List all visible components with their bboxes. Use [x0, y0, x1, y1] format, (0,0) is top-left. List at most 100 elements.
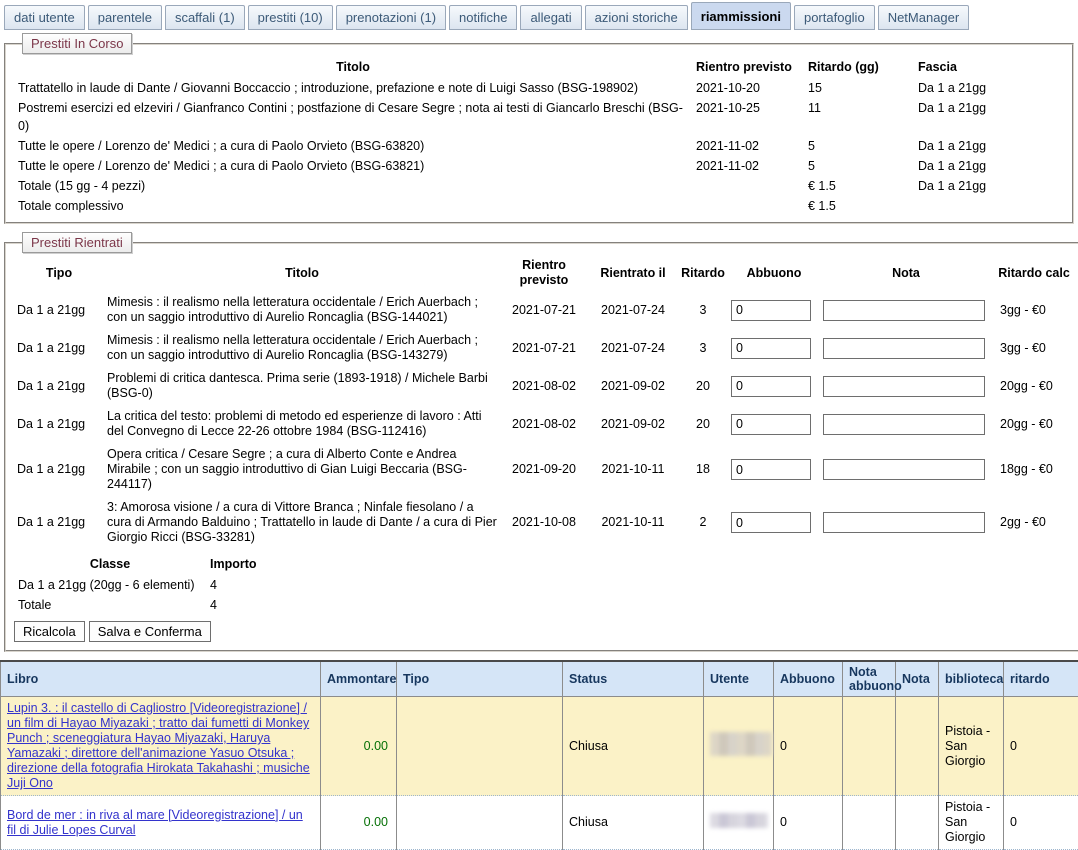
nota-input[interactable]: [823, 459, 985, 480]
column-header-importo: Importo: [206, 553, 326, 575]
table-row: Lupin 3. : il castello di Cagliostro [Vi…: [1, 697, 1078, 796]
tab-scaffali[interactable]: scaffali (1): [165, 5, 245, 30]
column-header-rientrato-il: Rientrato il: [588, 255, 678, 291]
cell-titolo: Totale complessivo: [14, 196, 692, 216]
tab-dati-utente[interactable]: dati utente: [4, 5, 85, 30]
cell-titolo: Trattatello in laude di Dante / Giovanni…: [14, 78, 692, 98]
table-header-row: Titolo Rientro previsto Ritardo (gg) Fas…: [14, 56, 1064, 78]
salva-e-conferma-button[interactable]: Salva e Conferma: [89, 621, 211, 642]
prestiti-rientrati-panel: Prestiti Rientrati Tipo Titolo Rientro p…: [4, 232, 1078, 652]
cell-fascia: [914, 196, 1064, 216]
cell-ammontare: 0.00: [321, 697, 397, 796]
nota-input[interactable]: [823, 300, 985, 321]
nota-input[interactable]: [823, 414, 985, 435]
ricalcola-button[interactable]: Ricalcola: [14, 621, 85, 642]
table-header-row: Libro Ammontare Tipo Status Utente Abbuo…: [1, 661, 1078, 697]
column-header-biblioteca: biblioteca: [939, 661, 1004, 697]
cell-fascia: Da 1 a 21gg: [914, 98, 1064, 136]
nota-input[interactable]: [823, 512, 985, 533]
tab-allegati[interactable]: allegati: [520, 5, 581, 30]
libro-link[interactable]: Lupin 3. : il castello di Cagliostro [Vi…: [7, 701, 310, 790]
tab-notifiche[interactable]: notifiche: [449, 5, 517, 30]
tab-parentele[interactable]: parentele: [88, 5, 162, 30]
riammissioni-page: dati utente parentele scaffali (1) prest…: [0, 0, 1078, 850]
abbuono-input[interactable]: [731, 376, 811, 397]
prestiti-in-corso-table: Titolo Rientro previsto Ritardo (gg) Fas…: [14, 56, 1064, 216]
abbuono-input[interactable]: [731, 512, 811, 533]
nota-input[interactable]: [823, 338, 985, 359]
table-header-row: Tipo Titolo Rientro previsto Rientrato i…: [14, 255, 1076, 291]
cell-rientro-previsto: [692, 176, 804, 196]
cell-fascia: Da 1 a 21gg: [914, 136, 1064, 156]
tab-azioni-storiche[interactable]: azioni storiche: [585, 5, 688, 30]
table-header-row: Classe Importo: [14, 553, 326, 575]
riepilogo-classi-table: Classe Importo Da 1 a 21gg (20gg - 6 ele…: [14, 553, 326, 615]
table-row: Trattatello in laude di Dante / Giovanni…: [14, 78, 1064, 98]
cell-abbuono: 0: [774, 796, 843, 850]
cell-importo: 4: [206, 575, 326, 595]
cell-titolo: Problemi di critica dantesca. Prima seri…: [104, 367, 500, 405]
tab-riammissioni[interactable]: riammissioni: [691, 2, 791, 30]
prestiti-rientrati-legend: Prestiti Rientrati: [22, 232, 132, 253]
cell-tipo: Da 1 a 21gg: [14, 496, 104, 549]
cell-status: Chiusa: [563, 697, 704, 796]
cell-tipo: Da 1 a 21gg: [14, 443, 104, 496]
column-header-abbuono: Abbuono: [728, 255, 820, 291]
cell-ritardo: 5: [804, 156, 914, 176]
cell-tipo: Da 1 a 21gg: [14, 291, 104, 329]
tab-prestiti[interactable]: prestiti (10): [248, 5, 333, 30]
cell-ammontare: 0.00: [321, 796, 397, 850]
cell-titolo: Tutte le opere / Lorenzo de' Medici ; a …: [14, 156, 692, 176]
cell-ritardo-calc: 20gg - €0: [992, 367, 1076, 405]
column-header-ritardo-gg: Ritardo (gg): [804, 56, 914, 78]
cell-biblioteca: Pistoia - San Giorgio: [939, 697, 1004, 796]
column-header-titolo: Titolo: [104, 255, 500, 291]
abbuono-input[interactable]: [731, 414, 811, 435]
cell-ritardo-calc: 18gg - €0: [992, 443, 1076, 496]
cell-status: Chiusa: [563, 796, 704, 850]
column-header-classe: Classe: [14, 553, 206, 575]
table-row: Da 1 a 21gg (20gg - 6 elementi) 4: [14, 575, 326, 595]
abbuono-input[interactable]: [731, 459, 811, 480]
tab-bar: dati utente parentele scaffali (1) prest…: [0, 0, 1078, 30]
cell-rientrato-il: 2021-09-02: [588, 367, 678, 405]
cell-titolo: 3: Amorosa visione / a cura di Vittore B…: [104, 496, 500, 549]
cell-rientrato-il: 2021-07-24: [588, 329, 678, 367]
cell-ritardo-calc: 3gg - €0: [992, 291, 1076, 329]
cell-rientro-previsto: 2021-09-20: [500, 443, 588, 496]
cell-titolo: Postremi esercizi ed elzeviri / Gianfran…: [14, 98, 692, 136]
cell-ritardo-calc: 3gg - €0: [992, 329, 1076, 367]
column-header-utente: Utente: [704, 661, 774, 697]
cell-titolo: Opera critica / Cesare Segre ; a cura di…: [104, 443, 500, 496]
tab-prenotazioni[interactable]: prenotazioni (1): [336, 5, 446, 30]
cell-rientro-previsto: 2021-08-02: [500, 367, 588, 405]
tab-portafoglio[interactable]: portafoglio: [794, 5, 875, 30]
cell-ritardo: 2: [678, 496, 728, 549]
tab-netmanager[interactable]: NetManager: [878, 5, 970, 30]
column-header-tipo: Tipo: [397, 661, 563, 697]
redacted-user: [710, 732, 772, 756]
cell-ritardo: 11: [804, 98, 914, 136]
cell-ritardo: 20: [678, 405, 728, 443]
cell-nota: [896, 796, 939, 850]
cell-rientrato-il: 2021-07-24: [588, 291, 678, 329]
column-header-tipo: Tipo: [14, 255, 104, 291]
cell-tipo: [397, 796, 563, 850]
abbuono-input[interactable]: [731, 338, 811, 359]
column-header-ritardo: Ritardo: [678, 255, 728, 291]
cell-titolo: Mimesis : il realismo nella letteratura …: [104, 291, 500, 329]
prestiti-in-corso-legend: Prestiti In Corso: [22, 33, 132, 54]
actions-row: Ricalcola Salva e Conferma: [14, 621, 1076, 642]
cell-rientro-previsto: 2021-10-08: [500, 496, 588, 549]
cell-biblioteca: Pistoia - San Giorgio: [939, 796, 1004, 850]
cell-importo: 4: [206, 595, 326, 615]
abbuono-input[interactable]: [731, 300, 811, 321]
column-header-nota-abbuono: Nota abbuono: [843, 661, 896, 697]
libro-link[interactable]: Bord de mer : in riva al mare [Videoregi…: [7, 808, 303, 837]
table-row: Bord de mer : in riva al mare [Videoregi…: [1, 796, 1078, 850]
riammissioni-storico-table: Libro Ammontare Tipo Status Utente Abbuo…: [0, 660, 1078, 850]
redacted-user: [710, 813, 768, 828]
table-row-totale-complessivo: Totale complessivo € 1.5: [14, 196, 1064, 216]
table-row-totale: Totale 4: [14, 595, 326, 615]
nota-input[interactable]: [823, 376, 985, 397]
